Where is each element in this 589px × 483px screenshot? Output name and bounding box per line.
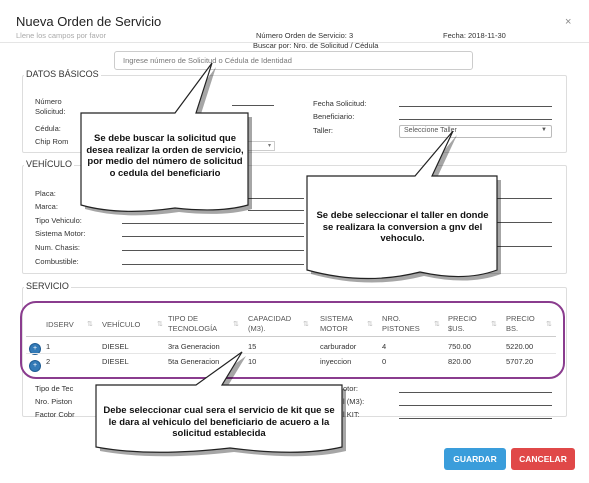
modal-title: Nueva Orden de Servicio	[16, 14, 162, 29]
expand-row-button[interactable]: +	[30, 361, 40, 371]
table-cell: inyeccion	[320, 357, 352, 366]
sort-icon[interactable]: ⇅	[434, 320, 440, 328]
chevron-down-icon: ▼	[541, 127, 547, 133]
search-by-label: Buscar por: Nro. de Solicitud / Cédula	[253, 41, 379, 50]
col-idserv[interactable]: IDSERV	[46, 320, 74, 330]
col-tecnologia[interactable]: TIPO DE	[168, 314, 198, 324]
table-cell: DIESEL	[102, 342, 129, 351]
col-sistema[interactable]: SISTEMA	[320, 314, 353, 324]
m3-field[interactable]	[399, 405, 552, 406]
fecha-solicitud-field[interactable]	[399, 106, 552, 107]
highlight-outline	[20, 301, 565, 379]
col-sistema-2: MOTOR	[320, 324, 348, 333]
col-pistones-2: PISTONES	[382, 324, 420, 333]
combustible-field[interactable]	[122, 264, 304, 265]
kit-label: l KIT:	[343, 410, 360, 419]
col-capacidad-2: (M3).	[248, 324, 266, 333]
numero-solicitud-label: Número	[35, 97, 62, 106]
chip-label: Chip Rom	[35, 137, 69, 146]
modal-subtitle: Llene los campos por favor	[16, 31, 107, 40]
combustible-label: Combustible:	[35, 257, 79, 266]
sistema-motor-field[interactable]	[122, 236, 304, 237]
tipo-vehiculo-field[interactable]	[122, 223, 304, 224]
col-precio-bs[interactable]: PRECIO	[506, 314, 535, 324]
vehiculo-right-field-3[interactable]	[497, 246, 552, 247]
table-header-divider	[26, 336, 556, 337]
cancel-button[interactable]: CANCELAR	[511, 448, 575, 470]
motor-field[interactable]	[399, 392, 552, 393]
nro-piston-label: Nro. Piston	[35, 397, 73, 406]
marca-label: Marca:	[35, 202, 58, 211]
numero-solicitud-label-2: Solicitud:	[35, 107, 66, 116]
table-cell: 750.00	[448, 342, 471, 351]
table-cell: 2	[46, 357, 51, 366]
sort-icon[interactable]: ⇅	[546, 320, 552, 328]
table-cell: DIESEL	[102, 357, 129, 366]
num-chasis-label: Num. Chasis:	[35, 243, 81, 252]
beneficiario-field[interactable]	[399, 119, 552, 120]
table-cell: carburador	[320, 342, 357, 351]
sort-icon[interactable]: ⇅	[491, 320, 497, 328]
row-divider	[26, 353, 556, 354]
placa-label: Placa:	[35, 189, 56, 198]
search-input[interactable]	[114, 51, 473, 70]
datos-basicos-legend: DATOS BÁSICOS	[24, 69, 101, 79]
kit-field[interactable]	[399, 418, 552, 419]
sort-icon[interactable]: ⇅	[367, 320, 373, 328]
beneficiario-label: Beneficiario:	[313, 112, 355, 121]
col-capacidad[interactable]: CAPACIDAD	[248, 314, 291, 324]
vehiculo-fieldset	[22, 165, 567, 274]
table-cell: 820.00	[448, 357, 471, 366]
fecha-solicitud-label: Fecha Solicitud:	[313, 99, 367, 108]
table-cell: 0	[382, 357, 387, 366]
table-cell: 3ra Generacion	[168, 342, 220, 351]
taller-select-value: Seleccione Taller	[404, 127, 457, 134]
chip-dropdown[interactable]: ▾	[245, 141, 275, 151]
table-cell: 4	[382, 342, 387, 351]
order-number: Número Orden de Servicio: 3	[256, 31, 354, 40]
taller-select[interactable]: Seleccione Taller ▼	[399, 125, 552, 138]
tipo-tec-label: Tipo de Tec	[35, 384, 74, 393]
taller-label: Taller:	[313, 126, 334, 135]
sort-icon[interactable]: ⇅	[157, 320, 163, 328]
close-icon[interactable]: ×	[565, 16, 571, 28]
table-cell: 5ta Generacion	[168, 357, 220, 366]
cedula-label: Cédula:	[35, 124, 61, 133]
col-precio-bs-2: BS.	[506, 324, 519, 333]
table-cell: 5707.20	[506, 357, 534, 366]
vehiculo-legend: VEHÍCULO	[24, 159, 75, 169]
tipo-vehiculo-label: Tipo Vehiculo:	[35, 216, 82, 225]
vehiculo-right-field-1[interactable]	[497, 198, 552, 199]
sort-icon[interactable]: ⇅	[303, 320, 309, 328]
table-cell: 1	[46, 342, 51, 351]
col-precio-usd[interactable]: PRECIO	[448, 314, 477, 324]
placa-field[interactable]	[248, 198, 304, 199]
table-cell: 15	[248, 342, 257, 351]
col-vehiculo[interactable]: VEHÍCULO	[102, 320, 140, 330]
col-tecnologia-2: TECNOLOGÍA	[168, 324, 218, 333]
sort-icon[interactable]: ⇅	[87, 320, 93, 328]
vehiculo-right-field-2[interactable]	[497, 222, 552, 223]
servicio-legend: SERVICIO	[24, 281, 71, 291]
col-precio-usd-2: $US.	[448, 324, 465, 333]
datos-basicos-fieldset	[22, 75, 567, 153]
sort-icon[interactable]: ⇅	[233, 320, 239, 328]
sistema-motor-label: Sistema Motor:	[35, 229, 86, 238]
table-cell: 5220.00	[506, 342, 534, 351]
save-button[interactable]: GUARDAR	[444, 448, 506, 470]
order-date: Fecha: 2018-11-30	[443, 31, 506, 40]
m3-label: l (M3):	[343, 397, 365, 406]
factor-cobr-label: Factor Cobr	[35, 410, 75, 419]
num-chasis-field[interactable]	[122, 250, 304, 251]
motor-label: otor:	[343, 384, 359, 393]
marca-field[interactable]	[248, 210, 304, 211]
col-pistones[interactable]: NRO.	[382, 314, 401, 324]
table-cell: 10	[248, 357, 257, 366]
numero-solicitud-field[interactable]	[232, 105, 274, 106]
